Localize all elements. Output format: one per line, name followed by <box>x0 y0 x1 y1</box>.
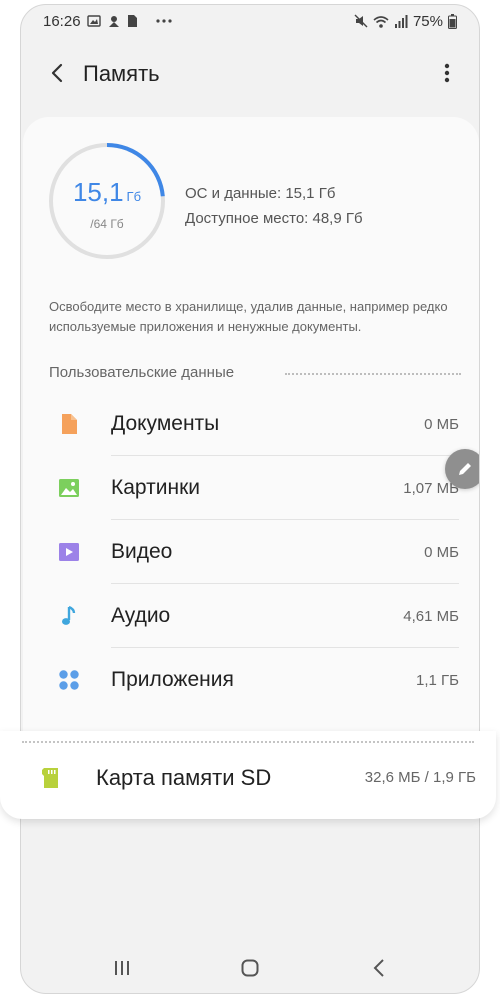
video-icon <box>59 543 79 561</box>
list-item-size: 4,61 МБ <box>403 608 459 625</box>
list-item-size: 0 МБ <box>424 416 459 433</box>
sim-icon <box>127 14 138 28</box>
mute-icon <box>354 14 368 28</box>
notification-icon <box>107 14 121 28</box>
battery-icon <box>448 13 457 29</box>
sd-card-label: Карта памяти SD <box>96 765 272 790</box>
battery-percent: 75% <box>412 12 443 30</box>
storage-card: 15,1 Гб /64 Гб ОС и данные: 15,1 Гб Досту… <box>23 117 479 737</box>
sd-card-size: 32,6 МБ / 1,9 ГБ <box>364 769 476 786</box>
edit-button[interactable] <box>445 449 479 489</box>
list-item-video[interactable]: Видео 0 МБ <box>23 520 479 584</box>
used-storage: 15,1 Гб <box>47 177 167 208</box>
sd-card-row[interactable]: Карта памяти SD 32,6 МБ / 1,9 ГБ <box>0 731 496 819</box>
back-nav-button[interactable] <box>364 956 394 980</box>
list-item-label: Картинки <box>111 476 200 499</box>
more-vert-icon <box>444 63 450 83</box>
phone-frame: 16:26 75% Память 15,1 Гб /64 Гб ОС и дан… <box>20 4 480 994</box>
page-title: Память <box>83 61 160 86</box>
pencil-icon <box>459 463 471 475</box>
list-item-label: Аудио <box>111 604 171 627</box>
back-button[interactable] <box>43 59 71 87</box>
sd-card-divider <box>22 741 474 743</box>
audio-icon <box>62 605 76 625</box>
used-value: 15,1 <box>72 177 124 207</box>
list-item-label: Приложения <box>111 668 234 691</box>
home-icon <box>241 959 259 977</box>
list-item-label: Документы <box>111 412 220 435</box>
list-item-apps[interactable]: Приложения 1,1 ГБ <box>23 648 479 712</box>
section-divider <box>285 373 461 375</box>
status-time: 16:26 <box>43 12 81 30</box>
home-button[interactable] <box>235 956 265 980</box>
hint-text: Освободите место в хранилище, удалив дан… <box>49 299 448 334</box>
list-item-images[interactable]: Картинки 1,07 МБ <box>23 456 479 520</box>
list-item-size: 0 МБ <box>424 544 459 561</box>
recent-apps-button[interactable] <box>107 956 137 980</box>
user-data-list: Документы 0 МБ Картинки 1,07 МБ Видео 0 … <box>23 392 479 712</box>
back-nav-icon <box>373 959 384 977</box>
apps-icon <box>59 670 79 690</box>
recent-apps-icon <box>115 961 129 975</box>
list-item-label: Видео <box>111 540 173 563</box>
free-space-text: Доступное место: 48,9 Гб <box>185 210 363 227</box>
total-storage: /64 Гб <box>90 217 124 231</box>
section-header-user-data: Пользовательские данные <box>49 364 235 381</box>
app-bar: Память <box>21 45 479 101</box>
image-icon <box>59 479 79 497</box>
os-data-text: ОС и данные: 15,1 Гб <box>185 185 336 202</box>
signal-icon <box>394 14 408 28</box>
status-bar: 16:26 75% <box>21 5 479 37</box>
gallery-icon <box>86 14 101 28</box>
document-icon <box>62 414 77 434</box>
used-unit: Гб <box>126 189 142 204</box>
more-options-button[interactable] <box>437 59 457 87</box>
list-item-size: 1,1 ГБ <box>416 672 459 689</box>
list-item-audio[interactable]: Аудио 4,61 МБ <box>23 584 479 648</box>
back-arrow-icon <box>51 63 63 83</box>
navigation-bar <box>0 948 500 988</box>
more-dots-icon <box>155 19 172 23</box>
wifi-icon <box>373 15 389 28</box>
sd-card-icon <box>42 768 58 788</box>
list-item-documents[interactable]: Документы 0 МБ <box>23 392 479 456</box>
